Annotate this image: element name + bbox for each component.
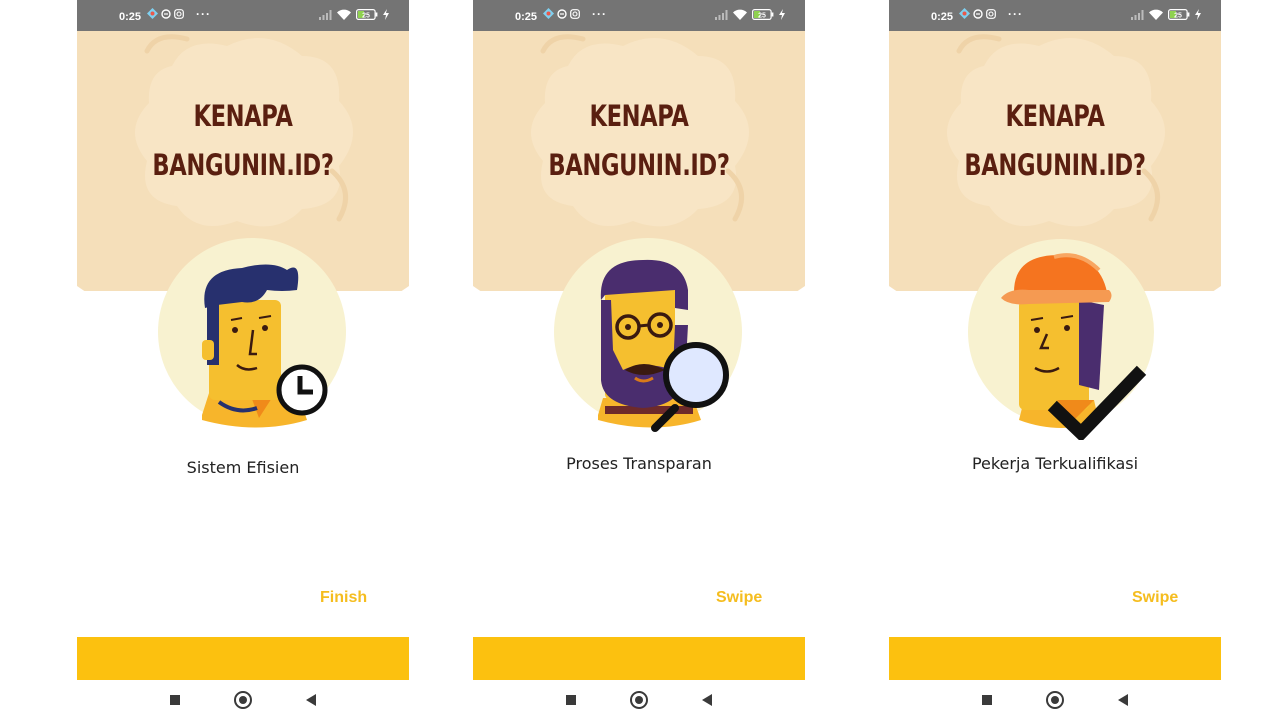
home-icon[interactable] bbox=[630, 691, 648, 709]
instagram-icon bbox=[174, 8, 184, 19]
back-icon[interactable] bbox=[702, 694, 712, 706]
system-nav-bar bbox=[473, 680, 805, 720]
status-time: 0:25 bbox=[931, 11, 954, 23]
notification-icons bbox=[959, 8, 996, 19]
system-status-icons: 25 bbox=[715, 9, 785, 20]
recent-apps-icon[interactable] bbox=[566, 695, 576, 705]
signal-icon bbox=[1131, 9, 1144, 20]
instagram-icon bbox=[570, 8, 580, 19]
headline: KENAPA BANGUNIN.ID? bbox=[510, 92, 769, 190]
status-time: 0:25 bbox=[119, 11, 142, 23]
status-bar: 0:25 ··· 25 bbox=[77, 0, 409, 31]
signal-icon bbox=[319, 9, 332, 20]
sync-icon bbox=[557, 8, 567, 19]
svg-text:25: 25 bbox=[1174, 13, 1182, 20]
headline: KENAPA BANGUNIN.ID? bbox=[114, 92, 373, 190]
wifi-icon bbox=[337, 9, 351, 20]
signal-icon bbox=[715, 9, 728, 20]
home-icon[interactable] bbox=[234, 691, 252, 709]
app-notification-icon bbox=[959, 8, 970, 19]
battery-icon: 25 bbox=[752, 9, 774, 20]
recent-apps-icon[interactable] bbox=[982, 695, 992, 705]
charging-icon bbox=[1195, 9, 1201, 20]
more-notifications-icon: ··· bbox=[196, 7, 211, 21]
bearded-man-with-magnifier-illustration bbox=[554, 238, 742, 432]
notification-icons bbox=[543, 8, 580, 19]
status-time: 0:25 bbox=[515, 11, 538, 23]
phone-screen-3: 0:25 ··· 25 KENAPA BANGUNIN.ID? Pekerja … bbox=[889, 0, 1221, 720]
more-notifications-icon: ··· bbox=[592, 7, 607, 21]
status-bar: 0:25 ··· 25 bbox=[889, 0, 1221, 31]
headline-line-2: BANGUNIN.ID? bbox=[152, 148, 334, 182]
instagram-icon bbox=[986, 8, 996, 19]
battery-icon: 25 bbox=[356, 9, 378, 20]
phone-screen-1: 0:25 ··· 25 KENAPA BANGUNIN.ID? Sistem E… bbox=[77, 0, 409, 720]
app-notification-icon bbox=[543, 8, 554, 19]
swipe-button[interactable]: Swipe bbox=[1132, 589, 1178, 607]
wifi-icon bbox=[733, 9, 747, 20]
svg-text:25: 25 bbox=[362, 13, 370, 20]
swipe-button[interactable]: Swipe bbox=[716, 589, 762, 607]
worker-with-helmet-illustration bbox=[968, 239, 1154, 440]
home-icon[interactable] bbox=[1046, 691, 1064, 709]
headline-line-1: KENAPA bbox=[193, 99, 293, 133]
feature-label: Sistem Efisien bbox=[186, 458, 300, 477]
system-status-icons: 25 bbox=[1131, 9, 1201, 20]
bottom-bar bbox=[889, 637, 1221, 680]
feature-label: Pekerja Terkualifikasi bbox=[971, 454, 1139, 473]
system-status-icons: 25 bbox=[319, 9, 389, 20]
system-nav-bar bbox=[889, 680, 1221, 720]
more-notifications-icon: ··· bbox=[1008, 7, 1023, 21]
headline-line-2: BANGUNIN.ID? bbox=[964, 148, 1146, 182]
bottom-bar bbox=[77, 637, 409, 680]
notification-icons bbox=[147, 8, 184, 19]
battery-icon: 25 bbox=[1168, 9, 1190, 20]
status-bar: 0:25 ··· 25 bbox=[473, 0, 805, 31]
charging-icon bbox=[383, 9, 389, 20]
recent-apps-icon[interactable] bbox=[170, 695, 180, 705]
phone-screen-2: 0:25 ··· 25 KENAPA BANGUNIN.ID? Proses T… bbox=[473, 0, 805, 720]
feature-label: Proses Transparan bbox=[566, 454, 712, 473]
charging-icon bbox=[779, 9, 785, 20]
sync-icon bbox=[973, 8, 983, 19]
system-nav-bar bbox=[77, 680, 409, 720]
sync-icon bbox=[161, 8, 171, 19]
svg-text:25: 25 bbox=[758, 13, 766, 20]
back-icon[interactable] bbox=[306, 694, 316, 706]
headline-line-1: KENAPA bbox=[589, 99, 689, 133]
headline-line-2: BANGUNIN.ID? bbox=[548, 148, 730, 182]
headline-line-1: KENAPA bbox=[1005, 99, 1105, 133]
finish-button[interactable]: Finish bbox=[320, 589, 367, 607]
man-with-clock-illustration bbox=[158, 238, 346, 428]
headline: KENAPA BANGUNIN.ID? bbox=[926, 92, 1185, 190]
wifi-icon bbox=[1149, 9, 1163, 20]
bottom-bar bbox=[473, 637, 805, 680]
app-notification-icon bbox=[147, 8, 158, 19]
back-icon[interactable] bbox=[1118, 694, 1128, 706]
